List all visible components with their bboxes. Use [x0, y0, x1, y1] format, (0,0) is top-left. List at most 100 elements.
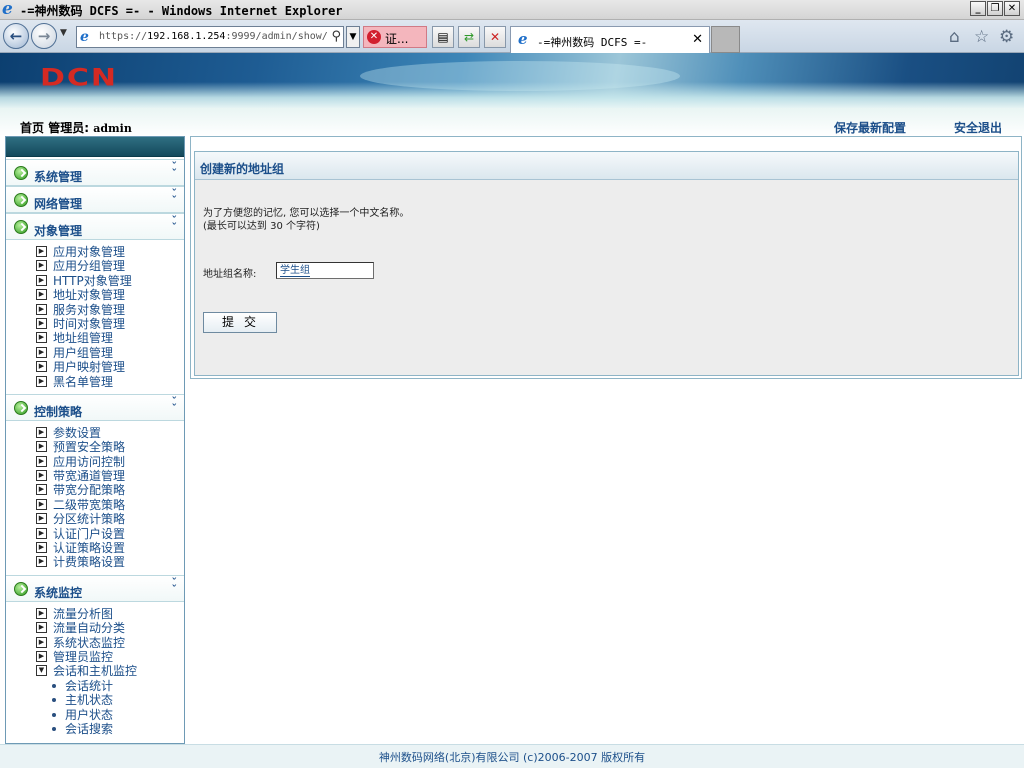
sidebar-subitem-label[interactable]: 用户状态: [65, 708, 113, 722]
sidebar-item[interactable]: ▶ 应用访问控制: [36, 455, 184, 469]
certificate-error-button[interactable]: ✕ 证...: [363, 26, 427, 48]
tools-gear-icon[interactable]: ⚙: [999, 27, 1014, 47]
sidebar-item-label[interactable]: 服务对象管理: [53, 303, 125, 317]
control-policy-items: ▶ 参数设置 ▶ 预置安全策略 ▶ 应用访问控制 ▶ 带宽通道管理 ▶ 带宽分配策略 ▶ 二…: [6, 421, 184, 575]
stop-icon[interactable]: ✕: [484, 26, 506, 48]
sidebar-item[interactable]: ▶ 二级带宽策略: [36, 498, 184, 512]
sidebar-item[interactable]: ▶ 地址组管理: [36, 331, 184, 345]
sidebar-item[interactable]: ▶ 黑名单管理: [36, 375, 184, 389]
expand-box-icon: ▶: [36, 361, 47, 373]
forward-icon[interactable]: →: [31, 23, 57, 49]
sidebar-item-label[interactable]: 应用访问控制: [53, 455, 125, 469]
sidebar-subitem-label[interactable]: 会话搜索: [65, 722, 113, 736]
restore-button[interactable]: ❐: [987, 1, 1003, 16]
sidebar-item-label[interactable]: 管理员监控: [53, 650, 113, 664]
sidebar-item-label[interactable]: 应用分组管理: [53, 259, 125, 273]
form-box: 创建新的地址组 为了方便您的记忆, 您可以选择一个中文名称。 (最长可以达到 3…: [194, 151, 1019, 376]
bullet-icon: [52, 726, 56, 731]
close-window-button[interactable]: ✕: [1004, 1, 1020, 16]
sidebar-item-label[interactable]: 时间对象管理: [53, 317, 125, 331]
sidebar-item-label[interactable]: HTTP对象管理: [53, 274, 132, 288]
expand-box-icon: ▶: [36, 636, 47, 648]
sidebar-item-label[interactable]: 二级带宽策略: [53, 498, 125, 512]
sidebar-item-label[interactable]: 带宽通道管理: [53, 469, 125, 483]
sidebar-item-label[interactable]: 参数设置: [53, 426, 101, 440]
close-tab-icon[interactable]: ✕: [692, 32, 703, 47]
sidebar-item-label[interactable]: 地址对象管理: [53, 288, 125, 302]
sidebar-item[interactable]: ▶ 流量分析图: [36, 607, 184, 621]
sidebar-section-control-policy[interactable]: 控制策略 ˇˇ: [6, 393, 184, 421]
sidebar-item[interactable]: ▶ 用户组管理: [36, 346, 184, 360]
chevron-down-icon[interactable]: ˇˇ: [172, 396, 178, 414]
logout-link[interactable]: 安全退出: [954, 119, 1002, 136]
sidebar-item-label[interactable]: 黑名单管理: [53, 375, 113, 389]
sidebar-item[interactable]: ▶ 分区统计策略: [36, 512, 184, 526]
compatibility-view-icon[interactable]: ▤: [432, 26, 454, 48]
sidebar-item-label[interactable]: 地址组管理: [53, 331, 113, 345]
back-icon[interactable]: ←: [3, 23, 29, 49]
sidebar-item[interactable]: ▶ 用户映射管理: [36, 360, 184, 374]
refresh-icon[interactable]: ⇄: [458, 26, 480, 48]
sidebar-section-object-management[interactable]: 对象管理 ˇˇ: [6, 213, 184, 240]
address-dropdown-button[interactable]: ▼: [346, 26, 360, 48]
sidebar-item-label[interactable]: 认证策略设置: [53, 541, 125, 555]
sidebar-section-system-monitoring[interactable]: 系统监控 ˇˇ: [6, 574, 184, 602]
chevron-down-icon[interactable]: ˇˇ: [172, 161, 178, 179]
address-bar[interactable]: e https://192.168.1.254:9999/admin/show/…: [76, 26, 344, 48]
submit-button[interactable]: 提交: [203, 312, 277, 333]
sidebar-item-label[interactable]: 流量分析图: [53, 607, 113, 621]
sidebar-subitem[interactable]: 会话搜索: [36, 722, 184, 736]
sidebar-item[interactable]: ▶ 流量自动分类: [36, 621, 184, 635]
sidebar-item-label[interactable]: 流量自动分类: [53, 621, 125, 635]
chevron-down-icon[interactable]: ˇˇ: [172, 215, 178, 233]
sidebar-subitem-label[interactable]: 主机状态: [65, 693, 113, 707]
expand-box-icon: ▶: [36, 426, 47, 438]
home-icon[interactable]: ⌂: [949, 27, 960, 47]
sidebar-subitem[interactable]: 会话统计: [36, 679, 184, 693]
home-link[interactable]: 首页: [20, 121, 44, 135]
sidebar-item-label[interactable]: 会话和主机监控: [53, 664, 137, 678]
sidebar-item[interactable]: ▶ 服务对象管理: [36, 303, 184, 317]
search-icon[interactable]: ⚲: [331, 29, 341, 44]
sidebar-item[interactable]: ▶ 应用对象管理: [36, 245, 184, 259]
history-dropdown-icon[interactable]: ▼: [60, 28, 67, 38]
sidebar-item-label[interactable]: 应用对象管理: [53, 245, 125, 259]
chevron-down-icon[interactable]: ˇˇ: [172, 188, 178, 206]
address-url[interactable]: https://192.168.1.254:9999/admin/show/: [99, 31, 328, 42]
sidebar-item-label[interactable]: 带宽分配策略: [53, 483, 125, 497]
sidebar-item[interactable]: ▶ 系统状态监控: [36, 636, 184, 650]
sidebar-item[interactable]: ▶ HTTP对象管理: [36, 274, 184, 288]
sidebar-item[interactable]: ▶ 认证门户设置: [36, 527, 184, 541]
sidebar-section-network-management[interactable]: 网络管理 ˇˇ: [6, 186, 184, 213]
sidebar-subitem[interactable]: 主机状态: [36, 693, 184, 707]
sidebar-item[interactable]: ▶ 带宽分配策略: [36, 483, 184, 497]
sidebar-subitem[interactable]: 用户状态: [36, 708, 184, 722]
chevron-down-icon[interactable]: ˇˇ: [172, 577, 178, 595]
sidebar-item[interactable]: ▶ 参数设置: [36, 426, 184, 440]
sidebar-item-label[interactable]: 认证门户设置: [53, 527, 125, 541]
sidebar-section-system-management[interactable]: 系统管理 ˇˇ: [6, 159, 184, 186]
sidebar-item-label[interactable]: 分区统计策略: [53, 512, 125, 526]
sidebar-item[interactable]: ▶ 应用分组管理: [36, 259, 184, 273]
minimize-button[interactable]: _: [970, 1, 986, 16]
new-tab-button[interactable]: [711, 26, 740, 53]
sidebar-item[interactable]: ▶ 时间对象管理: [36, 317, 184, 331]
browser-tab[interactable]: e -=神州数码 DCFS =- ✕: [510, 26, 710, 53]
sidebar-item-label[interactable]: 用户映射管理: [53, 360, 125, 374]
address-group-name-input[interactable]: 学生组: [276, 262, 374, 279]
sidebar-item[interactable]: ▶ 带宽通道管理: [36, 469, 184, 483]
sidebar-item[interactable]: ▶ 预置安全策略: [36, 440, 184, 454]
sidebar-item-expanded[interactable]: ▼ 会话和主机监控: [36, 664, 184, 678]
save-config-link[interactable]: 保存最新配置: [834, 119, 906, 136]
sidebar-item[interactable]: ▶ 地址对象管理: [36, 288, 184, 302]
sidebar-item-label[interactable]: 用户组管理: [53, 346, 113, 360]
sidebar-item[interactable]: ▶ 管理员监控: [36, 650, 184, 664]
sidebar-item-label[interactable]: 计费策略设置: [53, 555, 125, 569]
sidebar-item-label[interactable]: 系统状态监控: [53, 636, 125, 650]
tab-page-icon: e: [518, 30, 528, 48]
sidebar-item[interactable]: ▶ 计费策略设置: [36, 555, 184, 569]
sidebar-item-label[interactable]: 预置安全策略: [53, 440, 125, 454]
sidebar-item[interactable]: ▶ 认证策略设置: [36, 541, 184, 555]
sidebar-subitem-label[interactable]: 会话统计: [65, 679, 113, 693]
favorites-star-icon[interactable]: ☆: [974, 27, 989, 47]
